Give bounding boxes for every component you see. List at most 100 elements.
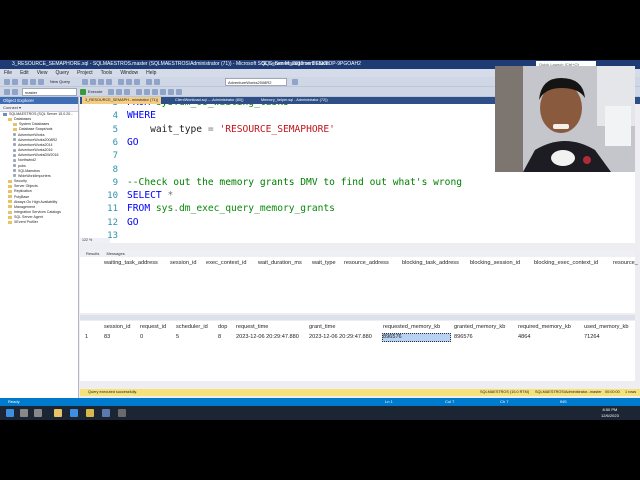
new-query-button[interactable]: New Query <box>50 77 70 87</box>
results-to-grid-icon[interactable] <box>152 89 158 95</box>
database-icon <box>13 169 16 173</box>
code-line[interactable]: wait_type = 'RESOURCE_SEMAPHORE' <box>127 124 335 135</box>
menu-item-window[interactable]: Window <box>116 69 142 77</box>
change-connection-icon[interactable] <box>12 89 18 95</box>
tab-messages[interactable]: Messages <box>106 250 124 257</box>
cut-icon[interactable] <box>118 79 124 85</box>
parse-icon[interactable] <box>124 89 130 95</box>
column-header[interactable]: wait_type <box>312 260 336 266</box>
column-header[interactable]: blocking_exec_context_id <box>534 260 598 266</box>
grid-cell[interactable]: 71264 <box>584 334 600 340</box>
menu-item-project[interactable]: Project <box>73 69 97 77</box>
save-icon[interactable] <box>38 79 44 85</box>
query-options-icon[interactable] <box>144 89 150 95</box>
debug-icon[interactable] <box>108 89 114 95</box>
grid-cell[interactable]: 0 <box>140 334 143 340</box>
redo-icon[interactable] <box>154 79 160 85</box>
column-header[interactable]: waiting_task_address <box>104 260 158 266</box>
dax-icon[interactable] <box>106 79 112 85</box>
edge-icon[interactable] <box>70 409 78 417</box>
connect-button[interactable]: Connect ▾ <box>0 104 78 112</box>
grid-cell[interactable]: 8 <box>218 334 221 340</box>
app-icon[interactable] <box>102 409 110 417</box>
forward-icon[interactable] <box>12 79 18 85</box>
code-line[interactable]: WHERE <box>127 110 156 121</box>
column-header[interactable]: exec_context_id <box>206 260 246 266</box>
windows-start-icon[interactable] <box>6 409 14 417</box>
menu-item-help[interactable]: Help <box>142 69 160 77</box>
execute-button[interactable]: Execute <box>88 87 102 97</box>
column-header[interactable]: request_time <box>236 324 268 330</box>
column-header[interactable]: wait_duration_ms <box>258 260 302 266</box>
code-line[interactable]: GO <box>127 137 139 148</box>
column-header[interactable]: session_id <box>104 324 130 330</box>
stop-icon[interactable] <box>116 89 122 95</box>
code-line[interactable]: --Check out the memory grants DMV to fin… <box>127 177 462 188</box>
display-plan-icon[interactable] <box>136 89 142 95</box>
column-header[interactable]: required_memory_kb <box>518 324 571 330</box>
menu-item-tools[interactable]: Tools <box>97 69 117 77</box>
column-header[interactable]: scheduler_id <box>176 324 208 330</box>
grid-splitter[interactable] <box>80 315 635 320</box>
column-header[interactable]: dop <box>218 324 227 330</box>
document-tab[interactable]: 3_RESOURCE_SEMAPH...minstrator (71)) <box>82 97 162 104</box>
database-combobox[interactable]: AdventureWorks2008R2 <box>225 78 287 86</box>
column-header[interactable]: session_id <box>170 260 196 266</box>
copy-icon[interactable] <box>126 79 132 85</box>
mdx-icon[interactable] <box>82 79 88 85</box>
clock[interactable]: 8:50 PM 12/6/2023 <box>601 407 619 419</box>
connect-icon[interactable] <box>4 89 10 95</box>
code-line[interactable]: FROM sys.dm_os_waiting_tasks <box>127 104 289 108</box>
tab-results[interactable]: Results <box>86 250 99 257</box>
menu-item-file[interactable]: File <box>0 69 16 77</box>
document-tab[interactable]: Memory_helper.sql - Administrator (72)) <box>258 97 331 104</box>
comment-icon[interactable] <box>160 89 166 95</box>
grid-cell[interactable]: 2023-12-06 20:29:47.880 <box>309 334 372 340</box>
folder-icon <box>8 184 12 188</box>
ssms-icon[interactable] <box>86 409 94 417</box>
available-databases-select[interactable]: master <box>22 88 77 96</box>
grid-cell[interactable]: 83 <box>104 334 110 340</box>
dmx-icon[interactable] <box>90 79 96 85</box>
grid-cell[interactable]: 2023-12-06 20:29:47.880 <box>236 334 299 340</box>
column-header[interactable]: used_memory_kb <box>584 324 628 330</box>
menu-item-view[interactable]: View <box>33 69 52 77</box>
grid-cell[interactable]: 896576 <box>454 334 473 340</box>
code-line[interactable]: GO <box>127 217 139 228</box>
search-icon[interactable] <box>292 79 298 85</box>
indent-icon[interactable] <box>176 89 182 95</box>
column-header[interactable]: grant_time <box>309 324 335 330</box>
code-line[interactable]: SELECT * <box>127 190 173 201</box>
grid-cell[interactable]: 896576 <box>383 334 402 340</box>
menu-item-query[interactable]: Query <box>51 69 73 77</box>
grid-cell[interactable]: 4864 <box>518 334 530 340</box>
open-file-icon[interactable] <box>30 79 36 85</box>
results-grid-memory-grants[interactable]: session_id request_id scheduler_id dop reque… <box>80 321 635 381</box>
file-explorer-icon[interactable] <box>54 409 62 417</box>
search-icon[interactable] <box>20 409 28 417</box>
app-icon[interactable] <box>118 409 126 417</box>
task-view-icon[interactable] <box>34 409 42 417</box>
line-number: 11 <box>107 204 118 215</box>
tree-node-label: SQL Server Agent <box>14 215 43 220</box>
column-header[interactable]: resource_address <box>344 260 389 266</box>
xmla-icon[interactable] <box>98 79 104 85</box>
document-tab[interactable]: ClientWorkload.sql -...Administrator (80… <box>172 97 247 104</box>
column-header[interactable]: requested_memory_kb <box>383 324 440 330</box>
menu-item-edit[interactable]: Edit <box>16 69 33 77</box>
code-line[interactable]: FROM sys.dm_exec_query_memory_grants <box>127 203 335 214</box>
column-header[interactable]: blocking_task_address <box>402 260 459 266</box>
paste-icon[interactable] <box>134 79 140 85</box>
results-grid-waiting-tasks[interactable]: waiting_task_address session_id exec_conte… <box>80 257 638 313</box>
undo-icon[interactable] <box>146 79 152 85</box>
new-file-icon[interactable] <box>22 79 28 85</box>
column-header[interactable]: request_id <box>140 324 166 330</box>
column-header[interactable]: resource_ <box>613 260 638 266</box>
back-icon[interactable] <box>4 79 10 85</box>
column-header[interactable]: granted_memory_kb <box>454 324 505 330</box>
uncomment-icon[interactable] <box>168 89 174 95</box>
grid-cell[interactable]: 5 <box>176 334 179 340</box>
execute-icon[interactable] <box>80 89 86 95</box>
tree-node[interactable]: XEvent Profiler <box>0 220 78 225</box>
column-header[interactable]: blocking_session_id <box>470 260 520 266</box>
